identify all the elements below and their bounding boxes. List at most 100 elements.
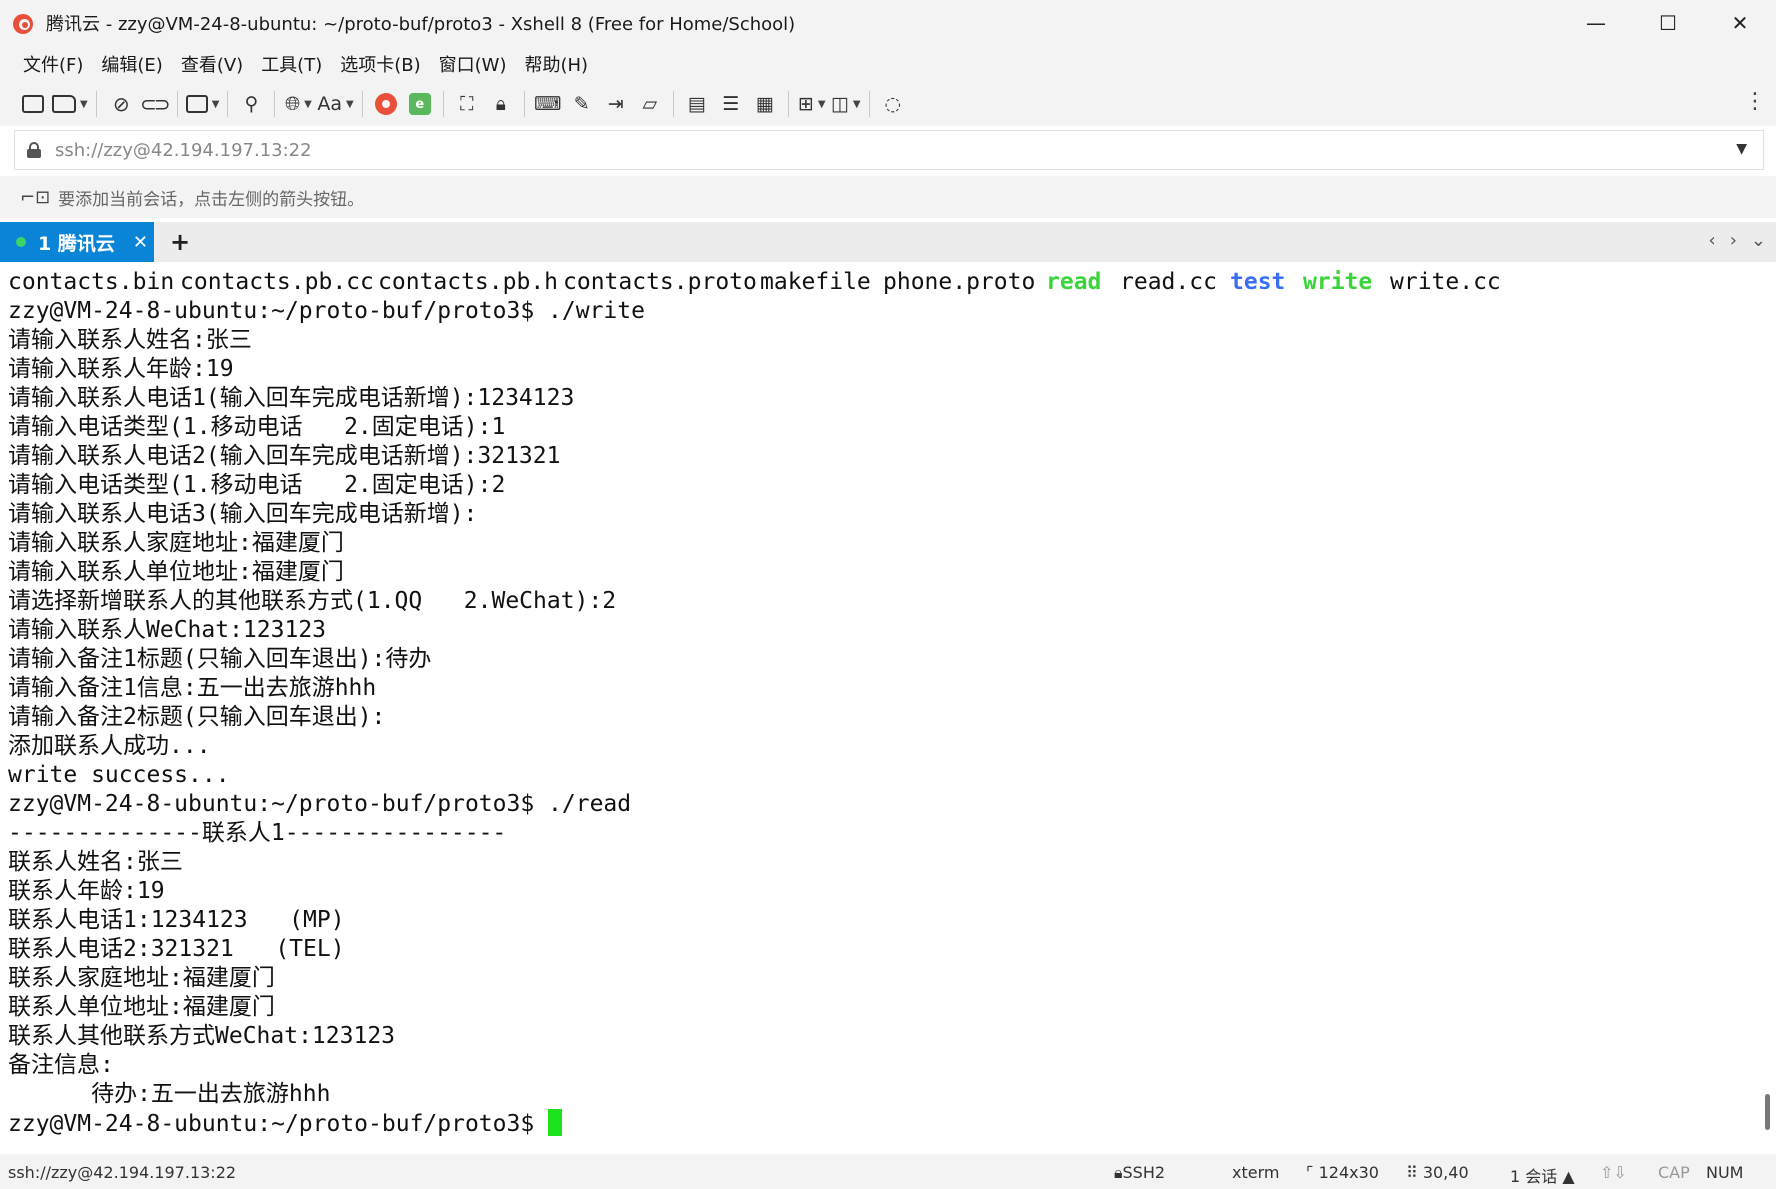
terminal-prompt: zzy@VM-24-8-ubuntu:~/proto-buf/proto3$	[8, 1111, 549, 1137]
lock-button[interactable]: 🔒︎	[486, 88, 516, 120]
terminal-line: 联系人家庭地址:福建厦门	[8, 965, 275, 991]
terminal-line: 联系人姓名:张三	[8, 849, 183, 875]
split-icon: ◫	[830, 93, 849, 115]
chat-button[interactable]: ◌	[878, 88, 908, 120]
layout-button[interactable]: ▦	[750, 88, 780, 120]
toolbar-divider	[176, 91, 178, 117]
chevron-down-icon[interactable]: ▼	[1736, 141, 1747, 157]
compose-button[interactable]: ✎	[567, 88, 597, 120]
status-connection: ssh://zzy@42.194.197.13:22	[8, 1163, 237, 1182]
lock-icon	[27, 142, 41, 158]
close-icon[interactable]: ✕	[133, 232, 148, 253]
transfer-button[interactable]: ⇥	[601, 88, 631, 120]
address-bar[interactable]: ssh://zzy@42.194.197.13:22 ▼	[14, 130, 1764, 170]
menu-window[interactable]: 窗口(W)	[430, 51, 516, 77]
close-button[interactable]: ✕	[1704, 0, 1776, 46]
toolbar-divider	[787, 91, 789, 117]
toolbar-divider	[523, 91, 525, 117]
layout-icon: ▦	[755, 93, 774, 115]
encoding-button[interactable]: 🌐︎ ▼	[283, 88, 313, 120]
chevron-down-icon: ▼	[211, 98, 220, 110]
open-session-button[interactable]: ▼	[52, 88, 88, 120]
cursor-position-icon: ⠿	[1406, 1163, 1423, 1182]
search-button[interactable]: ⚲	[236, 88, 266, 120]
chevron-down-icon: ▼	[80, 98, 88, 110]
menu-view[interactable]: 查看(V)	[172, 51, 252, 77]
open-folder-icon	[52, 95, 76, 113]
ls-output-line: contacts.bin contacts.pb.cc contacts.pb.…	[8, 268, 1762, 297]
add-window-button[interactable]: ⊞ ▼	[797, 88, 827, 120]
terminal-prompt-line[interactable]: zzy@VM-24-8-ubuntu:~/proto-buf/proto3$	[8, 1109, 1762, 1138]
chat-icon: ◌	[884, 93, 902, 115]
xshell-button[interactable]	[371, 88, 401, 120]
status-size: ⌜ 124x30	[1306, 1163, 1379, 1182]
disconnect-button[interactable]: ⊘	[105, 88, 135, 120]
new-tab-button[interactable]: ▼	[185, 88, 220, 120]
run-script-icon: ▤	[687, 93, 706, 115]
terminal-output[interactable]: contacts.bin contacts.pb.cc contacts.pb.…	[0, 262, 1762, 1154]
window-title: 腾讯云 - zzy@VM-24-8-ubuntu: ~/proto-buf/pr…	[46, 14, 796, 35]
lock-icon: 🔒︎	[495, 93, 506, 115]
ls-file: contacts.bin	[8, 269, 175, 295]
status-cap: CAP	[1658, 1163, 1690, 1182]
terminal-line: zzy@VM-24-8-ubuntu:~/proto-buf/proto3$ .…	[8, 791, 632, 817]
terminal-line: zzy@VM-24-8-ubuntu:~/proto-buf/proto3$ .…	[8, 298, 645, 324]
menu-help[interactable]: 帮助(H)	[515, 51, 597, 77]
xshell-logo-icon	[12, 11, 36, 35]
run-script-button[interactable]: ▤	[682, 88, 712, 120]
add-tab-button[interactable]: +	[170, 228, 190, 256]
menu-edit[interactable]: 编辑(E)	[92, 51, 171, 77]
terminal-line: 请输入联系人电话1(输入回车完成电话新增):1234123	[8, 385, 575, 411]
globe-icon: 🌐︎	[284, 93, 301, 115]
maximize-button[interactable]: ☐	[1632, 0, 1704, 46]
terminal-line: 请输入联系人WeChat:123123	[8, 617, 327, 643]
terminal-line: 请输入联系人单位地址:福建厦门	[8, 559, 344, 585]
terminal-line: 联系人单位地址:福建厦门	[8, 994, 275, 1020]
fullscreen-button[interactable]: ⛶	[452, 88, 482, 120]
xftp-button[interactable]: e	[405, 88, 435, 120]
chevron-down-icon: ▼	[304, 98, 312, 110]
chevron-up-icon: ▲	[1562, 1167, 1575, 1186]
window-controls: — ☐ ✕	[1560, 0, 1776, 46]
ls-file: makefile	[760, 269, 871, 295]
title-bar: 腾讯云 - zzy@VM-24-8-ubuntu: ~/proto-buf/pr…	[0, 0, 1776, 46]
chevron-left-icon[interactable]: ‹	[1709, 230, 1716, 251]
new-session-button[interactable]	[18, 88, 48, 120]
log-button[interactable]: ☰	[716, 88, 746, 120]
terminal-line: 联系人电话2:321321 (TEL)	[8, 936, 345, 962]
terminal-line: 请输入联系人电话2(输入回车完成电话新增):321321	[8, 443, 561, 469]
tab-navigation: ‹ › ⌄	[1709, 230, 1767, 251]
reconnect-button[interactable]: ⊂⊃	[139, 88, 170, 120]
menu-file[interactable]: 文件(F)	[14, 51, 92, 77]
add-session-icon[interactable]: ⌐⊡	[20, 187, 50, 208]
chevron-down-icon[interactable]: ⌄	[1751, 230, 1766, 251]
script-icon: ▱	[642, 93, 658, 115]
toolbar-divider	[274, 91, 276, 117]
toolbar-divider	[227, 91, 229, 117]
address-input[interactable]: ssh://zzy@42.194.197.13:22	[55, 140, 312, 161]
terminal-line: 请输入联系人年龄:19	[8, 356, 234, 382]
font-button[interactable]: Aa ▼	[317, 88, 353, 120]
resize-icon: ⌜	[1306, 1163, 1319, 1182]
status-sessions[interactable]: 1 会话 ▲	[1510, 1163, 1575, 1187]
menu-bar: 文件(F) 编辑(E) 查看(V) 工具(T) 选项卡(B) 窗口(W) 帮助(…	[0, 46, 1776, 82]
script-button[interactable]: ▱	[635, 88, 665, 120]
cursor-label: 30,40	[1422, 1163, 1469, 1182]
minimize-button[interactable]: —	[1560, 0, 1632, 46]
ls-file: read.cc	[1120, 269, 1217, 295]
chevron-right-icon[interactable]: ›	[1730, 230, 1737, 251]
keyboard-icon: ⌨	[534, 93, 562, 115]
status-bar: ssh://zzy@42.194.197.13:22 🔒︎SSH2 xterm …	[0, 1154, 1776, 1189]
more-options-icon[interactable]: ⋮	[1744, 90, 1766, 114]
reconnect-icon: ⊂⊃	[139, 92, 170, 116]
terminal-scrollbar[interactable]	[1762, 262, 1772, 1154]
split-button[interactable]: ◫ ▼	[831, 88, 861, 120]
menu-tools[interactable]: 工具(T)	[252, 51, 331, 77]
keyboard-button[interactable]: ⌨	[533, 88, 563, 120]
ls-file: contacts.pb.h	[378, 269, 559, 295]
ls-directory: test	[1230, 269, 1286, 295]
tab-session-1[interactable]: 1 腾讯云 ✕	[0, 222, 154, 262]
menu-tabs[interactable]: 选项卡(B)	[331, 51, 429, 77]
xftp-icon: e	[408, 93, 431, 115]
scrollbar-thumb[interactable]	[1765, 1094, 1770, 1130]
